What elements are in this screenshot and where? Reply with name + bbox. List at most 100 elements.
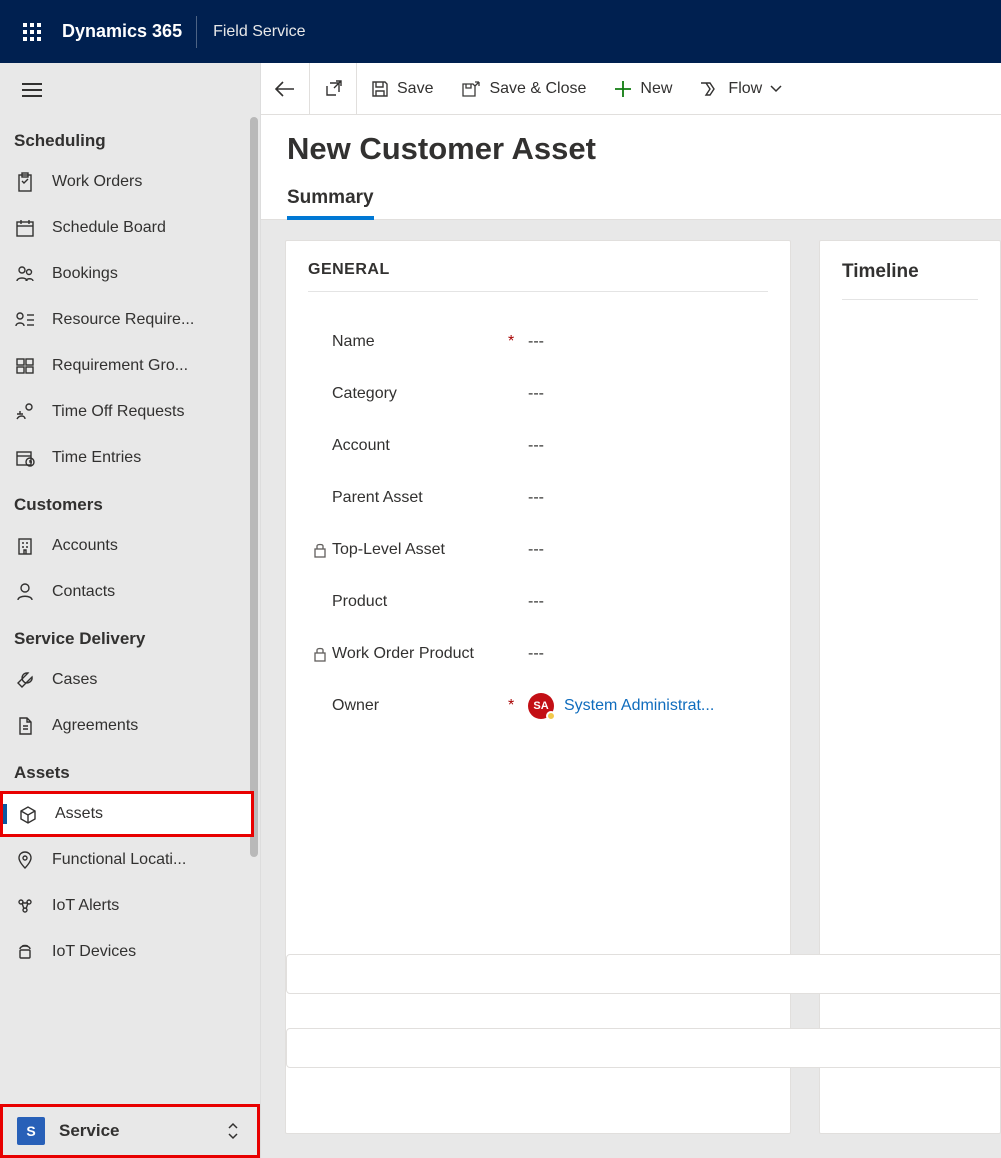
sidebar-item-label: Agreements <box>52 717 138 735</box>
save-close-button[interactable]: Save & Close <box>447 63 600 114</box>
field-label: Top-Level Asset <box>332 541 508 559</box>
area-label: Service <box>59 1121 120 1141</box>
iot-device-icon <box>15 942 35 962</box>
nav-group-header: Service Delivery <box>0 615 254 657</box>
waffle-icon <box>23 23 41 41</box>
open-new-window-button[interactable] <box>310 63 357 114</box>
popout-icon <box>324 80 342 98</box>
calendar-icon <box>15 218 35 238</box>
field-label-owner: Owner <box>332 697 508 715</box>
field-row-account[interactable]: Account --- <box>308 420 768 472</box>
sidebar-item-cases[interactable]: Cases <box>0 657 254 703</box>
sidebar-item-functional-locations[interactable]: Functional Locati... <box>0 837 254 883</box>
save-icon <box>371 80 389 98</box>
app-launcher-button[interactable] <box>8 0 56 63</box>
field-value[interactable]: --- <box>528 593 768 611</box>
clipboard-icon <box>15 172 35 192</box>
required-marker: * <box>508 333 528 351</box>
new-button[interactable]: New <box>600 63 686 114</box>
plus-icon <box>614 80 632 98</box>
building-icon <box>15 536 35 556</box>
person-icon <box>15 582 35 602</box>
sidebar-item-work-orders[interactable]: Work Orders <box>0 159 254 205</box>
sidebar-item-label: Accounts <box>52 537 118 555</box>
field-label: Account <box>332 437 508 455</box>
iot-alert-icon <box>15 896 35 916</box>
sidebar-item-label: Assets <box>55 805 103 823</box>
flow-icon <box>700 81 720 97</box>
sidebar-item-label: Work Orders <box>52 173 142 191</box>
sidebar-item-label: IoT Devices <box>52 943 136 961</box>
tab-summary[interactable]: Summary <box>287 187 374 219</box>
chevron-down-icon <box>770 85 782 93</box>
sidebar-item-accounts[interactable]: Accounts <box>0 523 254 569</box>
sidebar-item-label: Cases <box>52 671 97 689</box>
brand-label[interactable]: Dynamics 365 <box>56 21 196 42</box>
field-row-name[interactable]: Name * --- <box>308 316 768 368</box>
lock-icon <box>313 646 327 662</box>
sidebar-toggle-button[interactable] <box>12 70 52 110</box>
hamburger-icon <box>22 83 42 97</box>
calendar-clock-icon <box>15 448 35 468</box>
sidebar: SchedulingWork OrdersSchedule BoardBooki… <box>0 63 261 1158</box>
field-value[interactable]: --- <box>528 385 768 403</box>
required-marker: * <box>508 697 528 715</box>
save-close-icon <box>461 80 481 98</box>
sidebar-item-contacts[interactable]: Contacts <box>0 569 254 615</box>
field-row-top-level-asset[interactable]: Top-Level Asset --- <box>308 524 768 576</box>
area-chevrons-icon <box>223 1119 243 1143</box>
sidebar-item-assets[interactable]: Assets <box>0 791 254 837</box>
area-chip: S <box>17 1117 45 1145</box>
command-bar: Save Save & Close New Flow <box>261 63 1001 115</box>
tab-strip: Summary <box>261 167 1001 220</box>
global-header: Dynamics 365 Field Service <box>0 0 1001 63</box>
field-value[interactable]: --- <box>528 489 768 507</box>
app-name-label[interactable]: Field Service <box>197 23 321 41</box>
field-label: Product <box>332 593 508 611</box>
sidebar-item-label: Contacts <box>52 583 115 601</box>
sidebar-item-time-off[interactable]: Time Off Requests <box>0 389 254 435</box>
new-label: New <box>640 80 672 98</box>
collapsed-section[interactable] <box>286 1028 1001 1068</box>
wrench-icon <box>15 670 35 690</box>
sidebar-item-time-entries[interactable]: Time Entries <box>0 435 254 481</box>
field-label: Work Order Product <box>332 645 508 663</box>
sidebar-item-label: Requirement Gro... <box>52 357 188 375</box>
sidebar-item-resource-req[interactable]: Resource Require... <box>0 297 254 343</box>
general-section-title: GENERAL <box>308 261 768 292</box>
document-icon <box>15 716 35 736</box>
field-value[interactable]: --- <box>528 333 768 351</box>
field-row-work-order-product[interactable]: Work Order Product --- <box>308 628 768 680</box>
nav-group-header: Customers <box>0 481 254 523</box>
sidebar-item-iot-devices[interactable]: IoT Devices <box>0 929 254 975</box>
field-value[interactable]: --- <box>528 541 768 559</box>
sidebar-item-label: IoT Alerts <box>52 897 119 915</box>
people-icon <box>15 264 35 284</box>
field-row-product[interactable]: Product --- <box>308 576 768 628</box>
sidebar-item-label: Resource Require... <box>52 311 194 329</box>
back-arrow-icon <box>275 81 295 97</box>
sidebar-item-schedule-board[interactable]: Schedule Board <box>0 205 254 251</box>
sidebar-item-iot-alerts[interactable]: IoT Alerts <box>0 883 254 929</box>
sidebar-item-bookings[interactable]: Bookings <box>0 251 254 297</box>
flow-button[interactable]: Flow <box>686 63 796 114</box>
field-row-owner[interactable]: Owner * SA System Administrat... <box>308 680 768 732</box>
field-value[interactable]: --- <box>528 437 768 455</box>
collapsed-section[interactable] <box>286 954 1001 994</box>
owner-avatar: SA <box>528 693 554 719</box>
field-row-parent-asset[interactable]: Parent Asset --- <box>308 472 768 524</box>
save-label: Save <box>397 80 433 98</box>
back-button[interactable] <box>261 63 310 114</box>
group-block-icon <box>15 356 35 376</box>
flow-label: Flow <box>728 80 762 98</box>
timeline-title: Timeline <box>842 261 978 300</box>
area-switcher[interactable]: S Service <box>0 1104 260 1158</box>
field-row-category[interactable]: Category --- <box>308 368 768 420</box>
sidebar-item-label: Functional Locati... <box>52 851 186 869</box>
field-value[interactable]: --- <box>528 645 768 663</box>
owner-name-link[interactable]: System Administrat... <box>564 697 714 715</box>
save-button[interactable]: Save <box>357 63 447 114</box>
sidebar-item-requirement-groups[interactable]: Requirement Gro... <box>0 343 254 389</box>
sidebar-item-agreements[interactable]: Agreements <box>0 703 254 749</box>
nav-group-header: Assets <box>0 749 254 791</box>
